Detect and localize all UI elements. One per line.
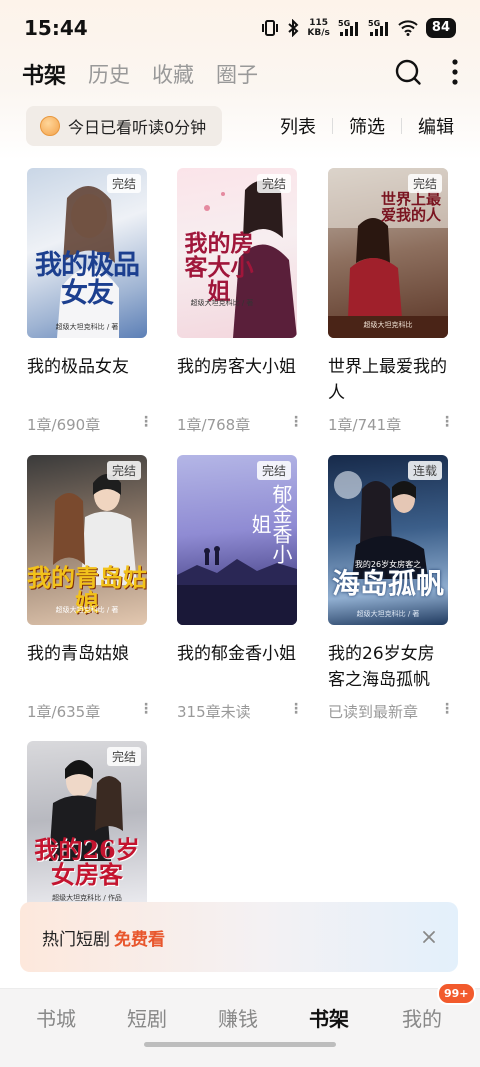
book-title[interactable]: 我的极品女友 bbox=[27, 354, 147, 380]
svg-text:5G: 5G bbox=[368, 19, 380, 28]
vibrate-icon bbox=[261, 20, 279, 36]
book-title[interactable]: 我的郁金香小姐 bbox=[177, 641, 297, 667]
battery-indicator: 84 bbox=[425, 18, 456, 38]
search-icon[interactable] bbox=[394, 58, 422, 90]
notification-badge: 99+ bbox=[437, 982, 476, 1005]
more-options-icon[interactable]: ⋮ bbox=[289, 701, 303, 717]
status-badge: 完结 bbox=[106, 174, 141, 193]
status-badge: 完结 bbox=[106, 747, 141, 766]
cover-author: 超级大坦克科比 / 著 bbox=[190, 299, 254, 307]
home-indicator[interactable] bbox=[144, 1042, 336, 1047]
more-options-icon[interactable]: ⋮ bbox=[440, 414, 454, 430]
status-badge: 完结 bbox=[256, 461, 291, 480]
cover-author: 超级大坦克科比 bbox=[363, 321, 413, 329]
coin-icon bbox=[40, 116, 60, 136]
signal-5g-icon: 5G bbox=[368, 19, 390, 37]
book-item[interactable]: 我的房客大小姐 超级大坦克科比 / 著 完结 我的房客大小姐 1章/768章 ⋮ bbox=[177, 168, 303, 434]
edit-button[interactable]: 编辑 bbox=[418, 113, 454, 139]
status-bar: 15:44 115 KB/s 5G 5G 84 bbox=[0, 0, 480, 56]
cover-title: 世界上最爱我的人 bbox=[380, 190, 441, 224]
book-cover[interactable]: 我的青岛姑娘 超级大坦克科比 / 著 完结 bbox=[27, 455, 147, 625]
book-title[interactable]: 我的房客大小姐 bbox=[177, 354, 297, 380]
status-badge: 完结 bbox=[256, 174, 291, 193]
cover-author: 超级大坦克科比 / 著 bbox=[55, 323, 119, 331]
book-progress: 1章/635章 bbox=[27, 703, 101, 721]
shelf-toolbar: 今日已看听读0分钟 列表 筛选 编辑 bbox=[0, 104, 480, 148]
book-cover[interactable]: 我的极品女友 超级大坦克科比 / 著 完结 bbox=[27, 168, 147, 338]
book-cover[interactable]: 世界上最爱我的人 超级大坦克科比 完结 bbox=[328, 168, 448, 338]
list-view-button[interactable]: 列表 bbox=[280, 113, 316, 139]
book-item[interactable]: 海岛孤帆 我的26岁女房客之 超级大坦克科比 / 著 连载 我的26岁女房客之海… bbox=[328, 455, 454, 721]
status-icons: 115 KB/s 5G 5G 84 bbox=[261, 18, 456, 38]
divider bbox=[401, 118, 402, 134]
book-title[interactable]: 我的26岁女房客之海岛孤帆 bbox=[328, 641, 448, 693]
more-options-icon[interactable]: ⋮ bbox=[289, 414, 303, 430]
book-progress: 1章/690章 bbox=[27, 416, 101, 434]
cover-title: 海岛孤帆 bbox=[331, 567, 444, 600]
status-badge: 完结 bbox=[106, 461, 141, 480]
nav-profile[interactable]: 我的 bbox=[402, 1003, 442, 1032]
svg-text:5G: 5G bbox=[338, 19, 350, 28]
cover-title: 我的房客大小姐 bbox=[184, 230, 254, 306]
divider bbox=[332, 118, 333, 134]
nav-short-drama[interactable]: 短剧 bbox=[127, 1003, 167, 1032]
nav-bookshelf[interactable]: 书架 bbox=[309, 1003, 349, 1032]
book-item[interactable]: 我的青岛姑娘 超级大坦克科比 / 著 完结 我的青岛姑娘 1章/635章 ⋮ bbox=[27, 455, 153, 721]
book-cover[interactable]: 我的房客大小姐 超级大坦克科比 / 著 完结 bbox=[177, 168, 297, 338]
cover-title: 我的26岁女房客 bbox=[34, 835, 140, 890]
network-speed-value: 115 bbox=[309, 18, 329, 28]
banner-text: 热门短剧 免费看 bbox=[42, 925, 165, 950]
banner-highlight: 免费看 bbox=[114, 929, 165, 950]
book-title[interactable]: 我的青岛姑娘 bbox=[27, 641, 147, 667]
book-title[interactable]: 世界上最爱我的人 bbox=[328, 354, 448, 406]
book-cover[interactable]: 海岛孤帆 我的26岁女房客之 超级大坦克科比 / 著 连载 bbox=[328, 455, 448, 625]
book-item[interactable]: 郁金香小姐 完结 我的郁金香小姐 315章未读 ⋮ bbox=[177, 455, 303, 721]
status-badge: 完结 bbox=[407, 174, 442, 193]
book-item[interactable]: 我的极品女友 超级大坦克科比 / 著 完结 我的极品女友 1章/690章 ⋮ bbox=[27, 168, 153, 434]
more-options-icon[interactable]: ⋮ bbox=[440, 701, 454, 717]
nav-earn[interactable]: 赚钱 bbox=[218, 1003, 258, 1032]
short-drama-banner[interactable]: 热门短剧 免费看 bbox=[20, 902, 458, 972]
more-options-icon[interactable]: ⋮ bbox=[139, 701, 153, 717]
book-progress: 1章/768章 bbox=[177, 416, 251, 434]
tab-bookshelf[interactable]: 书架 bbox=[22, 58, 66, 90]
book-item[interactable]: 世界上最爱我的人 超级大坦克科比 完结 世界上最爱我的人 1章/741章 ⋮ bbox=[328, 168, 454, 434]
bluetooth-icon bbox=[287, 19, 299, 37]
tab-circle[interactable]: 圈子 bbox=[216, 59, 258, 89]
network-speed-unit: KB/s bbox=[307, 28, 330, 38]
cover-author: 超级大坦克科比 / 著 bbox=[55, 606, 119, 614]
bottom-navigation: 书城 短剧 赚钱 书架 我的 99+ bbox=[0, 982, 480, 1067]
filter-button[interactable]: 筛选 bbox=[349, 113, 385, 139]
banner-label: 热门短剧 bbox=[42, 929, 110, 950]
close-icon[interactable] bbox=[422, 925, 436, 950]
cover-title: 郁金香小姐 bbox=[248, 484, 293, 564]
book-cover[interactable]: 郁金香小姐 完结 bbox=[177, 455, 297, 625]
top-tabs: 书架 历史 收藏 圈子 bbox=[0, 56, 480, 92]
status-badge: 连载 bbox=[407, 461, 442, 480]
book-progress: 1章/741章 bbox=[328, 416, 402, 434]
book-progress: 315章未读 bbox=[177, 703, 251, 721]
nav-bookstore[interactable]: 书城 bbox=[36, 1003, 76, 1032]
reading-time-pill[interactable]: 今日已看听读0分钟 bbox=[26, 106, 223, 146]
book-progress: 已读到最新章 bbox=[328, 703, 419, 721]
tab-favorites[interactable]: 收藏 bbox=[152, 59, 194, 89]
wifi-icon bbox=[398, 20, 418, 36]
book-cover[interactable]: 我的26岁女房客 超级大坦克科比 / 作品 完结 bbox=[27, 741, 147, 911]
tab-history[interactable]: 历史 bbox=[88, 59, 130, 89]
signal-5g-icon: 5G bbox=[338, 19, 360, 37]
status-time: 15:44 bbox=[24, 16, 88, 40]
cover-subtitle: 我的26岁女房客之 bbox=[354, 560, 422, 569]
network-speed: 115 KB/s bbox=[307, 18, 329, 38]
more-options-icon[interactable]: ⋮ bbox=[139, 414, 153, 430]
cover-author: 超级大坦克科比 / 著 bbox=[356, 610, 420, 618]
more-vertical-icon[interactable] bbox=[452, 59, 458, 89]
book-item[interactable]: 我的26岁女房客 超级大坦克科比 / 作品 完结 bbox=[27, 741, 149, 911]
cover-title: 我的极品女友 bbox=[35, 250, 140, 310]
reading-time-text: 今日已看听读0分钟 bbox=[68, 118, 207, 137]
